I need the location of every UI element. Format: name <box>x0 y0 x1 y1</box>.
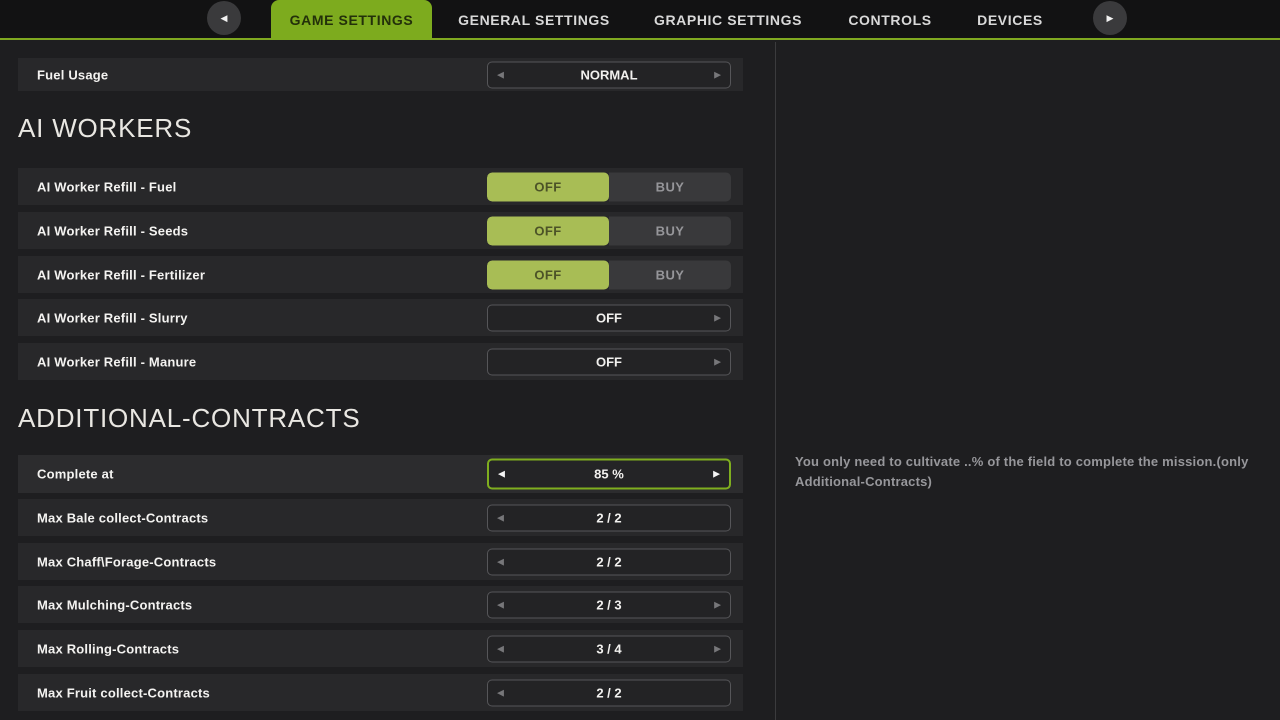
toggle-option-buy[interactable]: BUY <box>609 216 731 245</box>
option-prev-icon[interactable]: ◀ <box>497 600 504 609</box>
tab-label: DEVICES <box>977 12 1043 28</box>
setting-label: Fuel Usage <box>37 67 108 82</box>
selector-value: OFF <box>488 354 730 369</box>
max-rolling-contracts-selector[interactable]: ◀ 3 / 4 ▶ <box>487 635 731 662</box>
setting-row-fuel-usage: Fuel Usage ◀ NORMAL ▶ <box>18 58 743 91</box>
setting-help-text: You only need to cultivate ..% of the fi… <box>795 452 1267 492</box>
option-prev-icon[interactable]: ◀ <box>497 644 504 653</box>
tab-label: GAME SETTINGS <box>290 12 414 28</box>
panel-divider <box>775 42 776 720</box>
setting-label: AI Worker Refill - Slurry <box>37 310 188 325</box>
chevron-right-icon: ▶ <box>1107 13 1114 24</box>
setting-label: Max Rolling-Contracts <box>37 641 179 656</box>
toggle-option-off[interactable]: OFF <box>487 260 609 289</box>
option-next-icon[interactable]: ▶ <box>714 70 721 79</box>
setting-row-ai-refill-fuel: AI Worker Refill - Fuel OFF BUY <box>18 168 743 205</box>
ai-refill-fertilizer-toggle: OFF BUY <box>487 260 731 289</box>
setting-row-max-rolling-contracts: Max Rolling-Contracts ◀ 3 / 4 ▶ <box>18 630 743 667</box>
option-next-icon[interactable]: ▶ <box>714 600 721 609</box>
setting-label: Max Fruit collect-Contracts <box>37 685 210 700</box>
ai-refill-seeds-toggle: OFF BUY <box>487 216 731 245</box>
setting-label: AI Worker Refill - Fertilizer <box>37 267 205 282</box>
option-prev-icon[interactable]: ◀ <box>497 557 504 566</box>
ai-refill-slurry-selector[interactable]: ◀ OFF ▶ <box>487 304 731 331</box>
setting-row-max-bale-contracts: Max Bale collect-Contracts ◀ 2 / 2 ▶ <box>18 499 743 536</box>
option-next-icon[interactable]: ▶ <box>714 357 721 366</box>
selector-value: NORMAL <box>488 67 730 82</box>
settings-tab-bar: ◀ GAME SETTINGS GENERAL SETTINGS GRAPHIC… <box>0 0 1280 40</box>
tab-label: GENERAL SETTINGS <box>458 12 610 28</box>
section-title-ai-workers: AI WORKERS <box>18 113 743 144</box>
setting-row-ai-refill-fertilizer: AI Worker Refill - Fertilizer OFF BUY <box>18 256 743 293</box>
selector-value: 85 % <box>489 467 729 482</box>
selector-value: 3 / 4 <box>488 641 730 656</box>
setting-label: AI Worker Refill - Fuel <box>37 179 176 194</box>
tab-general-settings[interactable]: GENERAL SETTINGS <box>450 0 618 40</box>
setting-label: Max Bale collect-Contracts <box>37 510 208 525</box>
option-next-icon[interactable]: ▶ <box>714 644 721 653</box>
section-title-additional-contracts: ADDITIONAL-CONTRACTS <box>18 403 743 434</box>
setting-label: Max Chaff\Forage-Contracts <box>37 554 216 569</box>
tab-controls[interactable]: CONTROLS <box>830 0 950 40</box>
setting-row-max-mulching-contracts: Max Mulching-Contracts ◀ 2 / 3 ▶ <box>18 586 743 623</box>
option-prev-icon[interactable]: ◀ <box>498 470 505 479</box>
setting-label: AI Worker Refill - Manure <box>37 354 196 369</box>
ai-refill-fuel-toggle: OFF BUY <box>487 172 731 201</box>
toggle-option-buy[interactable]: BUY <box>609 172 731 201</box>
tab-game-settings[interactable]: GAME SETTINGS <box>271 0 432 40</box>
selector-value: 2 / 2 <box>488 685 730 700</box>
selector-value: OFF <box>488 310 730 325</box>
option-next-icon[interactable]: ▶ <box>714 313 721 322</box>
chevron-left-icon: ◀ <box>221 13 228 24</box>
tab-label: CONTROLS <box>848 12 931 28</box>
option-prev-icon[interactable]: ◀ <box>497 688 504 697</box>
fuel-usage-selector[interactable]: ◀ NORMAL ▶ <box>487 61 731 88</box>
tab-graphic-settings[interactable]: GRAPHIC SETTINGS <box>644 0 812 40</box>
max-bale-contracts-selector[interactable]: ◀ 2 / 2 ▶ <box>487 504 731 531</box>
selector-value: 2 / 2 <box>488 510 730 525</box>
toggle-option-buy[interactable]: BUY <box>609 260 731 289</box>
tabs-next-button[interactable]: ▶ <box>1093 1 1127 35</box>
tabs-prev-button[interactable]: ◀ <box>207 1 241 35</box>
selector-value: 2 / 2 <box>488 554 730 569</box>
tab-devices[interactable]: DEVICES <box>950 0 1070 40</box>
max-mulching-contracts-selector[interactable]: ◀ 2 / 3 ▶ <box>487 591 731 618</box>
setting-label: AI Worker Refill - Seeds <box>37 223 188 238</box>
setting-row-complete-at: Complete at ◀ 85 % ▶ <box>18 455 743 493</box>
max-chaff-forage-contracts-selector[interactable]: ◀ 2 / 2 ▶ <box>487 548 731 575</box>
setting-label: Complete at <box>37 467 114 482</box>
setting-row-max-fruit-collect-contracts: Max Fruit collect-Contracts ◀ 2 / 2 ▶ <box>18 674 743 711</box>
selector-value: 2 / 3 <box>488 597 730 612</box>
setting-row-ai-refill-manure: AI Worker Refill - Manure ◀ OFF ▶ <box>18 343 743 380</box>
max-fruit-collect-contracts-selector[interactable]: ◀ 2 / 2 ▶ <box>487 679 731 706</box>
complete-at-selector[interactable]: ◀ 85 % ▶ <box>487 459 731 490</box>
option-prev-icon[interactable]: ◀ <box>497 70 504 79</box>
setting-row-ai-refill-seeds: AI Worker Refill - Seeds OFF BUY <box>18 212 743 249</box>
ai-refill-manure-selector[interactable]: ◀ OFF ▶ <box>487 348 731 375</box>
tab-label: GRAPHIC SETTINGS <box>654 12 802 28</box>
toggle-option-off[interactable]: OFF <box>487 172 609 201</box>
option-next-icon[interactable]: ▶ <box>713 470 720 479</box>
option-prev-icon[interactable]: ◀ <box>497 513 504 522</box>
setting-label: Max Mulching-Contracts <box>37 597 192 612</box>
toggle-option-off[interactable]: OFF <box>487 216 609 245</box>
setting-row-ai-refill-slurry: AI Worker Refill - Slurry ◀ OFF ▶ <box>18 299 743 336</box>
setting-row-max-chaff-forage-contracts: Max Chaff\Forage-Contracts ◀ 2 / 2 ▶ <box>18 543 743 580</box>
